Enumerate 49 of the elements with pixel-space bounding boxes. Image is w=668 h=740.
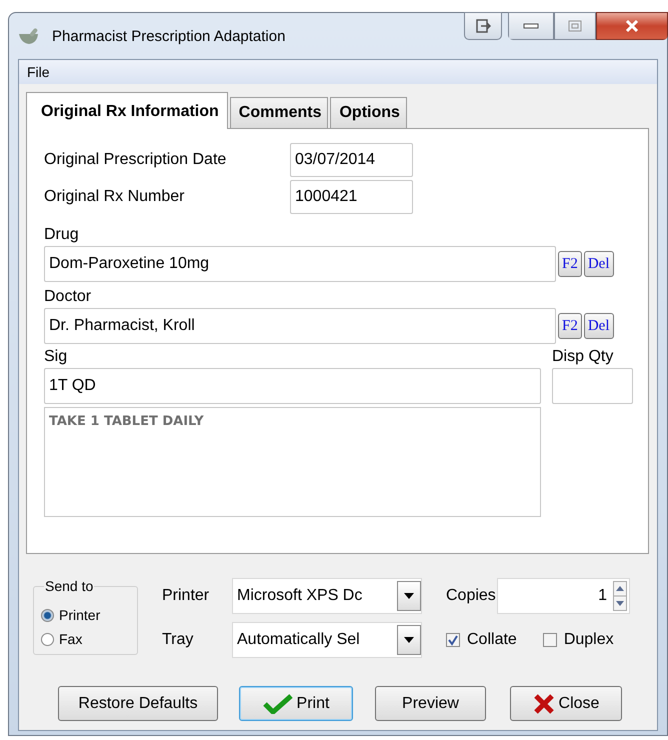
dropdown[interactable]: Automatically Sel xyxy=(232,622,422,658)
lookup-button[interactable]: Del xyxy=(584,251,614,277)
maximize-button[interactable] xyxy=(554,12,596,40)
spin-arrows-icon xyxy=(613,581,627,611)
button[interactable]: Restore Defaults xyxy=(58,686,218,721)
field-label: Tray xyxy=(162,631,194,649)
checkbox[interactable]: Duplex xyxy=(542,631,614,649)
checkmark-icon xyxy=(447,634,459,646)
input-field[interactable]: 1T QD xyxy=(44,368,541,404)
field-label: Printer xyxy=(162,587,210,605)
window-switch-icon xyxy=(475,19,491,33)
field-label: Sig xyxy=(44,348,68,367)
lookup-button[interactable]: F2 xyxy=(558,251,582,277)
minimize-button[interactable] xyxy=(508,12,554,40)
maximize-icon xyxy=(568,20,582,32)
radio-option[interactable]: Fax xyxy=(41,627,137,651)
button[interactable]: Preview xyxy=(375,686,486,721)
button[interactable]: Close xyxy=(510,686,622,721)
field-label: Original Rx Number xyxy=(44,188,186,206)
text-area[interactable]: TAKE 1 TABLET DAILY xyxy=(44,407,541,517)
restore-window-button[interactable] xyxy=(464,12,502,40)
button[interactable]: Print xyxy=(239,686,353,721)
window-title: Pharmacist Prescription Adaptation xyxy=(52,28,286,44)
number-field[interactable]: 1 xyxy=(497,578,630,614)
field-label: Copies xyxy=(446,587,497,605)
field-label: Original Prescription Date xyxy=(44,151,228,169)
input-field[interactable] xyxy=(552,368,633,404)
input-field[interactable]: 1000421 xyxy=(290,180,413,214)
field-label: Doctor xyxy=(44,288,92,307)
dropdown[interactable]: Microsoft XPS Dc xyxy=(232,578,422,614)
input-field[interactable]: Dr. Pharmacist, Kroll xyxy=(44,308,556,344)
minimize-icon xyxy=(523,22,539,30)
input-field[interactable]: Dom-Paroxetine 10mg xyxy=(44,246,556,282)
lookup-button[interactable]: F2 xyxy=(558,313,582,339)
close-icon xyxy=(624,19,640,33)
checkmark-icon xyxy=(262,694,293,714)
tab[interactable]: Options xyxy=(330,97,407,128)
menu-item[interactable]: File xyxy=(24,64,53,80)
tab[interactable]: Original Rx Information xyxy=(26,92,228,129)
cross-icon xyxy=(532,694,555,714)
group-title: Send to xyxy=(44,578,94,594)
field-label: Disp Qty xyxy=(552,348,614,367)
radio-option[interactable]: Printer xyxy=(41,603,137,627)
close-button[interactable] xyxy=(596,12,668,40)
field-label: Drug xyxy=(44,226,80,245)
tab[interactable]: Comments xyxy=(230,97,328,128)
checkbox[interactable]: Collate xyxy=(446,631,517,649)
lookup-button[interactable]: Del xyxy=(584,313,614,339)
input-field[interactable]: 03/07/2014 xyxy=(290,143,413,177)
